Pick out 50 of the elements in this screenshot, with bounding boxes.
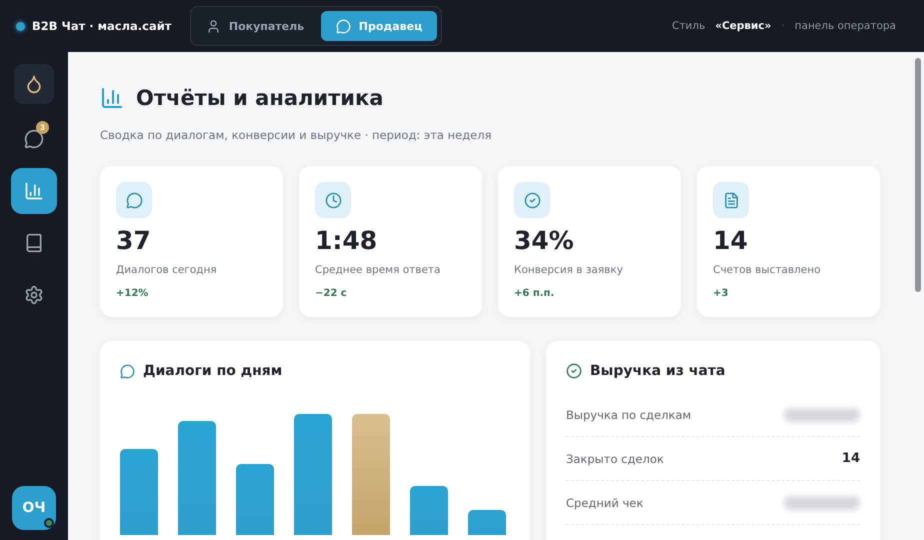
settings-icon [24,285,44,305]
style-name: «Сервис» [715,20,772,32]
book-icon [24,233,44,253]
user-avatar[interactable]: ОЧ [12,486,56,530]
bar-chart-icon [100,86,124,110]
metric-label: Выручка по сделкам [566,408,692,422]
chart-bar [468,510,506,535]
logo[interactable] [14,64,54,104]
stat-delta: +3 [713,288,730,299]
chat-bubble-icon [126,192,142,208]
stat-value: 34% [514,226,575,255]
style-label: Стиль [672,20,706,32]
panel-label: панель оператора [794,20,896,32]
panel-title: Выручка из чата [590,363,726,379]
sidebar-item[interactable]: 3 [11,116,57,162]
chart-bar [236,464,274,535]
stat-value: 14 [713,226,749,255]
status-dot [16,22,25,30]
stat-value: 37 [116,226,152,255]
check-circle-icon [566,363,582,379]
stat-label: Диалогов сегодня [116,264,218,276]
page-subtitle: Сводка по диалогам, конверсии и выручке · период: эта неделя [100,128,493,142]
brand-title: B2B Чат · масла.сайт [32,19,172,33]
stat-delta: −22 с [315,288,348,299]
chat-bubble-icon [120,364,135,378]
metric-label: Средний чек [566,496,644,510]
role-tab[interactable]: Покупатель [195,11,315,41]
panel-title: Диалоги по дням [143,363,282,379]
separator: · [781,20,785,32]
stat-delta: +6 п.п. [514,288,556,299]
chart-bar [410,486,448,535]
metric-label: Закрыто сделок [566,452,664,466]
sidebar-item[interactable] [11,168,57,214]
notification-badge: 3 [36,121,49,134]
role-tab[interactable]: Продавец [321,11,437,41]
stat-label: Среднее время ответа [315,264,442,276]
stat-label: Счетов выставлено [713,264,822,276]
page-title: Отчёты и аналитика [136,86,384,110]
user-icon [206,18,221,34]
chat-bubble-icon [336,18,351,34]
bar-chart-icon [24,181,44,201]
scrollbar-thumb[interactable] [915,58,921,292]
clock-icon [324,192,342,208]
document-icon [722,192,740,208]
stat-delta: +12% [116,288,150,299]
stat-value: 1:48 [315,226,378,255]
check-circle-icon [524,192,540,208]
chat-bubble-icon [24,129,44,149]
stat-label: Конверсия в заявку [514,264,624,276]
metric-value: 14 [842,451,860,466]
